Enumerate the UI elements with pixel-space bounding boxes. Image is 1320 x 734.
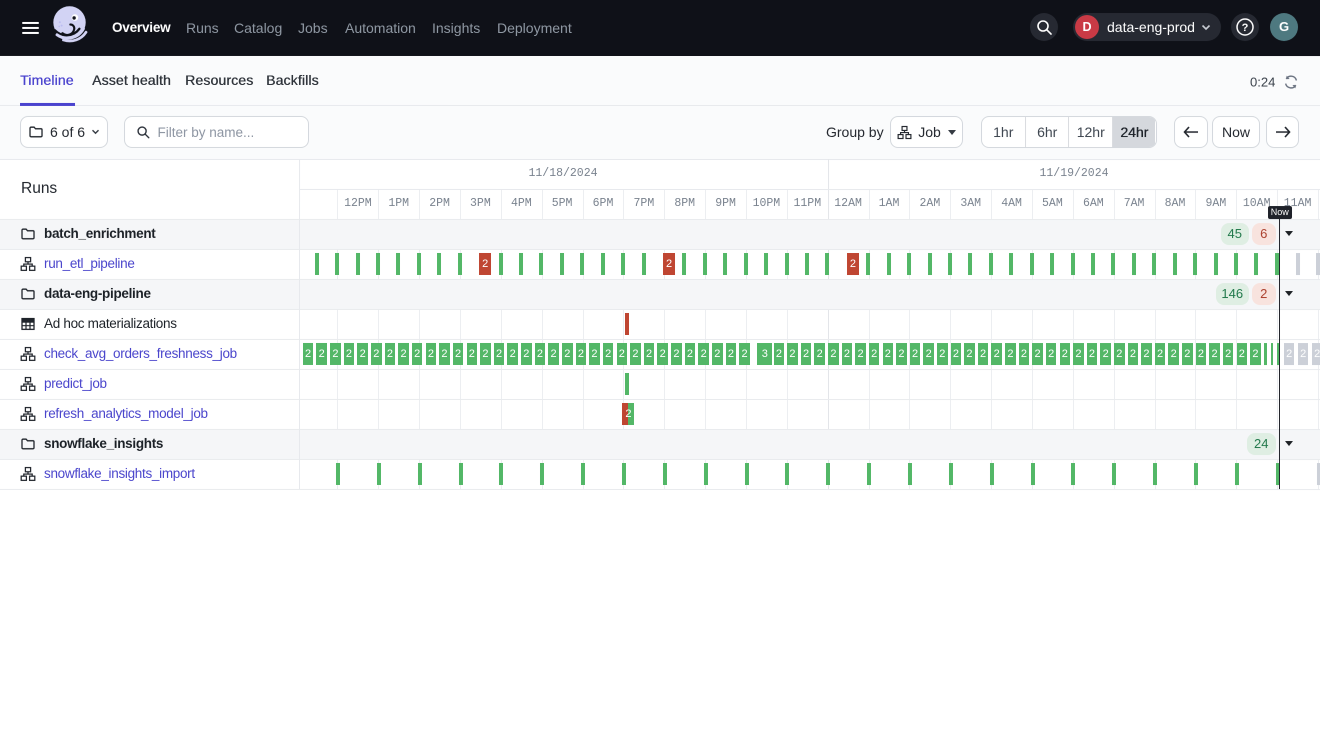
svg-text:?: ? [1242, 22, 1249, 34]
